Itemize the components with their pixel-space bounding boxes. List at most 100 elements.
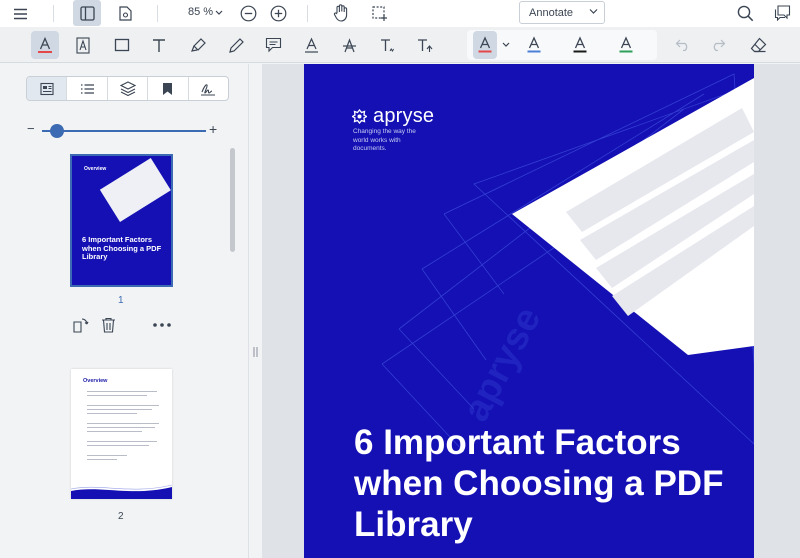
text-line <box>87 405 159 406</box>
thumbnail-wave-graphic <box>71 484 172 499</box>
selection-tool-button[interactable] <box>369 3 389 23</box>
text-color-green-icon <box>619 36 633 53</box>
divider <box>53 5 54 22</box>
style-dropdown-button[interactable] <box>501 41 511 49</box>
viewer-margin <box>754 64 800 558</box>
tab-layers[interactable] <box>108 77 149 100</box>
tab-bookmarks[interactable] <box>148 77 189 100</box>
page-number-1: 1 <box>118 295 124 306</box>
style-preset-green-button[interactable] <box>614 31 638 59</box>
text-color-red-icon <box>478 36 492 53</box>
free-text-icon <box>76 36 90 54</box>
text-line <box>87 423 159 424</box>
search-icon <box>737 5 753 21</box>
menu-button[interactable] <box>11 5 29 22</box>
comment-icon <box>265 37 281 53</box>
chevron-down-icon <box>589 6 598 18</box>
logo-text: apryse <box>373 105 435 127</box>
rotate-page-icon <box>72 317 89 333</box>
selection-icon <box>371 5 387 21</box>
text-highlight-tool-button[interactable] <box>31 31 59 59</box>
annotation-toolbar <box>0 27 800 63</box>
strikeout-tool-button[interactable] <box>335 31 363 59</box>
text-color-black-icon <box>573 36 587 53</box>
file-settings-icon <box>118 6 132 21</box>
insert-text-icon <box>418 38 433 52</box>
chevron-down-icon <box>215 10 223 15</box>
undo-button[interactable] <box>669 31 697 59</box>
text-line <box>87 409 152 410</box>
page-thumbnail-1[interactable]: Overview 6 Important Factors when Choosi… <box>70 154 173 287</box>
text-line <box>87 455 127 456</box>
highlighter-tool-button[interactable] <box>184 31 212 59</box>
zoom-dropdown-button[interactable] <box>214 8 224 18</box>
style-presets-group <box>467 30 657 60</box>
thumbnail-size-decrease[interactable]: − <box>27 121 35 136</box>
document-page-1[interactable]: apryse apryse Changing the way the world… <box>304 64 754 558</box>
style-preset-blue-button[interactable] <box>522 31 546 59</box>
layers-icon <box>119 81 136 96</box>
thumbnails-icon <box>40 82 54 95</box>
apryse-logo-icon <box>352 109 367 124</box>
tab-thumbnails[interactable] <box>27 77 68 100</box>
page-thumbnail-2[interactable]: Overview <box>71 369 172 499</box>
text-line <box>87 427 155 428</box>
undo-icon <box>675 39 688 51</box>
zoom-in-button[interactable] <box>268 3 288 23</box>
text-line <box>87 391 157 392</box>
signature-icon <box>201 83 216 95</box>
zoom-in-icon <box>270 5 286 21</box>
tab-outline[interactable] <box>67 77 108 100</box>
page-number-2: 2 <box>118 511 124 522</box>
eraser-icon <box>750 37 766 53</box>
search-button[interactable] <box>735 3 755 23</box>
rectangle-icon <box>114 38 130 52</box>
bookmark-icon <box>163 82 173 95</box>
thumbnails-scrollbar[interactable] <box>230 148 235 252</box>
zoom-level[interactable]: 85 % <box>188 6 213 18</box>
underline-tool-button[interactable] <box>297 31 325 59</box>
thumbnail-size-slider-track[interactable] <box>42 130 206 132</box>
comments-icon <box>774 5 790 21</box>
squiggly-tool-button[interactable] <box>373 31 401 59</box>
watermark: apryse <box>455 300 550 428</box>
text-line <box>87 445 149 446</box>
outline-icon <box>80 83 94 94</box>
text-tool-button[interactable] <box>145 31 173 59</box>
tab-signatures[interactable] <box>189 77 228 100</box>
thumbnail-size-slider-handle[interactable] <box>50 124 64 138</box>
text-underline-icon <box>304 37 318 53</box>
document-title: 6 Important Factors when Choosing a PDF … <box>354 423 724 544</box>
rectangle-tool-button[interactable] <box>108 31 136 59</box>
pen-tool-button[interactable] <box>222 31 250 59</box>
text-line <box>87 413 137 414</box>
zoom-out-button[interactable] <box>238 3 258 23</box>
page-more-options-button[interactable] <box>152 316 172 334</box>
toolbar-group-select[interactable]: Annotate <box>519 1 605 24</box>
file-settings-button[interactable] <box>115 4 135 23</box>
more-dots-icon <box>153 323 171 327</box>
panel-resize-handle[interactable] <box>248 64 262 558</box>
insert-text-tool-button[interactable] <box>411 31 439 59</box>
redo-button[interactable] <box>704 31 732 59</box>
divider <box>157 5 158 22</box>
style-preset-red-button[interactable] <box>473 31 497 59</box>
left-panel-toggle-button[interactable] <box>73 0 101 26</box>
header-bar: 85 % Annotate <box>0 0 800 27</box>
comments-panel-button[interactable] <box>772 3 792 23</box>
trash-icon <box>101 317 115 333</box>
thumbnails-panel: − + Overview 6 Important Factors when Ch… <box>0 64 248 558</box>
text-icon <box>153 38 165 52</box>
style-preset-black-button[interactable] <box>568 31 592 59</box>
apryse-logo: apryse <box>352 105 434 128</box>
highlighter-icon <box>190 37 206 52</box>
thumbnail-size-increase[interactable]: + <box>209 121 217 137</box>
rotate-page-button[interactable] <box>71 316 89 334</box>
delete-page-button[interactable] <box>99 316 117 334</box>
text-line <box>87 395 147 396</box>
eraser-tool-button[interactable] <box>744 31 772 59</box>
pen-icon <box>228 37 244 53</box>
free-text-tool-button[interactable] <box>70 31 98 59</box>
comment-tool-button[interactable] <box>259 31 287 59</box>
pan-tool-button[interactable] <box>331 3 351 23</box>
